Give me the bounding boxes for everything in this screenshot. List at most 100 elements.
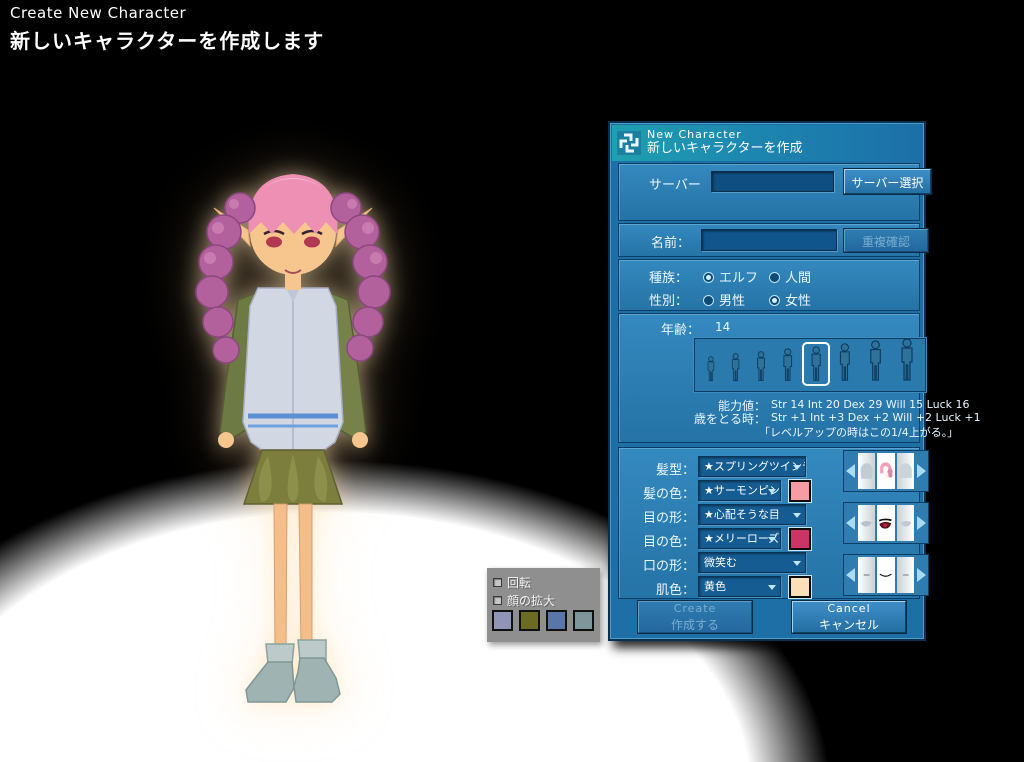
person-icon (705, 356, 717, 382)
knot-icon (617, 131, 641, 155)
radio-icon (769, 295, 780, 306)
arrow-left-icon[interactable] (844, 451, 857, 491)
server-section: サーバー サーバー選択 (618, 163, 920, 221)
gender-option-female[interactable]: 女性 (769, 290, 811, 309)
hair-preview-prev (858, 453, 875, 489)
arrow-right-icon[interactable] (915, 503, 928, 543)
radio-icon (769, 272, 780, 283)
gender-label: 性別： (649, 290, 688, 309)
eye-color-dropdown[interactable]: ★メリーローズ (698, 528, 781, 549)
page-title-ja: 新しいキャラクターを作成します (10, 25, 324, 54)
eye-ghost-image (858, 516, 875, 530)
age-slider (694, 338, 926, 392)
eye-ghost-image (897, 516, 914, 530)
age-figure[interactable] (774, 344, 801, 386)
age-value: 14 (715, 320, 730, 334)
age-figure[interactable] (830, 339, 860, 386)
dialog-header: New Character 新しいキャラクターを作成 (612, 125, 922, 161)
age-figure[interactable] (891, 334, 923, 386)
hair-ghost-image (897, 460, 914, 482)
age-figure[interactable] (699, 352, 723, 386)
server-select-button[interactable]: サーバー選択 (844, 169, 931, 194)
eye-shape-label: 目の形： (627, 507, 695, 526)
age-figure[interactable] (723, 349, 748, 386)
background-color-swatch[interactable] (492, 610, 513, 631)
arrow-right-icon[interactable] (915, 451, 928, 491)
hair-preview-carousel (843, 450, 929, 492)
checkbox-icon (493, 596, 502, 605)
name-input[interactable] (701, 229, 837, 251)
character-render (128, 130, 458, 710)
chevron-down-icon (793, 465, 801, 470)
eye-shape-dropdown[interactable]: ★心配そうな目 (698, 504, 806, 525)
person-icon (897, 338, 917, 382)
age-figure[interactable] (860, 336, 891, 386)
create-button[interactable]: Create 作成する (638, 601, 752, 633)
mouth-preview-current (877, 557, 894, 593)
hair-style-dropdown[interactable]: ★スプリングツインテール (698, 456, 806, 477)
server-input[interactable] (711, 171, 834, 192)
mouth-preview-next (897, 557, 914, 593)
hair-color-label: 髪の色： (627, 483, 695, 502)
eye-preview-current (877, 505, 894, 541)
arrow-right-icon[interactable] (915, 555, 928, 595)
hair-color-dropdown[interactable]: ★サーモンピンク (698, 480, 781, 501)
eye-preview-carousel (843, 502, 929, 544)
name-label: 名前： (651, 232, 690, 251)
appearance-section: 髪型： ★スプリングツインテール 髪の色： ★サーモンピンク 目の形： ★心配そ… (618, 447, 920, 599)
eye-preview-prev (858, 505, 875, 541)
face-zoom-checkbox[interactable]: 顔の拡大 (493, 592, 555, 609)
background-color-swatch[interactable] (573, 610, 594, 631)
stats-values: Str 14 Int 20 Dex 29 Will 15 Luck 16 (771, 398, 969, 411)
levelup-note: 「レベルアップの時はこの1/4上がる。」 (759, 424, 958, 440)
eye-color-label: 目の色： (627, 531, 695, 550)
skin-color-dropdown[interactable]: 黄色 (698, 576, 781, 597)
hair-color-swatch[interactable] (789, 480, 811, 502)
age-figure[interactable] (802, 342, 830, 386)
skin-color-label: 肌色： (627, 579, 695, 598)
race-option-elf[interactable]: エルフ (703, 267, 758, 286)
eye-preview-image (877, 516, 894, 531)
age-label: 年齢： (661, 319, 700, 338)
radio-icon (703, 295, 714, 306)
arrow-left-icon[interactable] (844, 555, 857, 595)
rotate-checkbox[interactable]: 回転 (493, 574, 531, 591)
age-figure[interactable] (748, 347, 774, 386)
person-icon (836, 343, 854, 382)
skin-color-swatch[interactable] (789, 576, 811, 598)
name-section: 名前： 重複確認 (618, 223, 920, 257)
dialog-title-en: New Character (647, 129, 802, 142)
page-title-en: Create New Character (10, 4, 324, 22)
person-icon (808, 346, 824, 382)
mouth-preview-image (877, 570, 894, 581)
background-color-swatch[interactable] (546, 610, 567, 631)
hair-ghost-image (858, 460, 875, 482)
gender-option-male[interactable]: 男性 (703, 290, 745, 309)
aging-label: 歳をとる時： (649, 410, 766, 427)
mouth-ghost-image (897, 570, 914, 580)
mouth-shape-dropdown[interactable]: 微笑む (698, 552, 806, 573)
dialog-title-ja: 新しいキャラクターを作成 (647, 142, 802, 157)
chevron-down-icon (768, 537, 776, 542)
race-label: 種族： (649, 267, 688, 286)
race-option-human[interactable]: 人間 (769, 267, 811, 286)
server-label: サーバー (649, 174, 701, 193)
chevron-down-icon (768, 585, 776, 590)
checkbox-icon (493, 578, 502, 587)
arrow-left-icon[interactable] (844, 503, 857, 543)
eye-color-swatch[interactable] (789, 528, 811, 550)
mouth-preview-carousel (843, 554, 929, 596)
duplicate-check-button[interactable]: 重複確認 (844, 229, 928, 252)
mouth-ghost-image (858, 570, 875, 580)
view-controls-panel: 回転 顔の拡大 (487, 568, 600, 642)
new-character-dialog: New Character 新しいキャラクターを作成 サーバー サーバー選択 名… (608, 121, 926, 641)
race-gender-section: 種族： エルフ 人間 性別： 男性 女性 (618, 259, 920, 311)
cancel-button[interactable]: Cancel キャンセル (792, 601, 906, 633)
person-icon (866, 340, 885, 382)
hair-preview-image (877, 458, 894, 484)
person-icon (780, 348, 795, 382)
background-color-swatch[interactable] (519, 610, 540, 631)
chevron-down-icon (768, 489, 776, 494)
page-title: Create New Character 新しいキャラクターを作成します (10, 4, 324, 54)
chevron-down-icon (793, 513, 801, 518)
